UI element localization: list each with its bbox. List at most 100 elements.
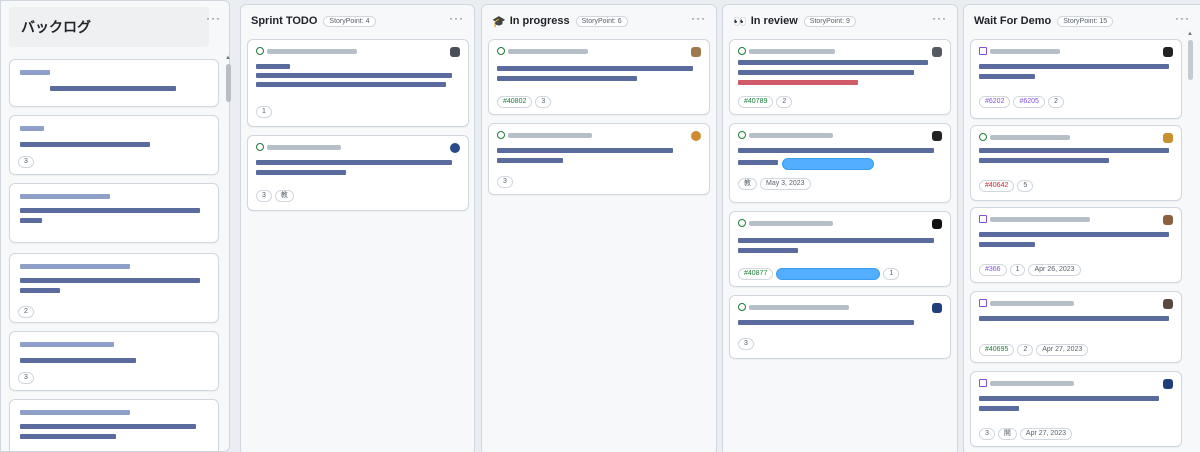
issue-open-icon	[738, 131, 746, 139]
issue-open-icon	[256, 47, 264, 55]
estimate-chip: 3	[18, 156, 34, 168]
assignee-avatar	[1163, 379, 1173, 389]
issue-card[interactable]: #6202 #6205 2	[970, 39, 1182, 119]
column-sprint-todo: Sprint TODO StoryPoint: 4 ··· 1 3 教	[240, 4, 475, 452]
issue-open-icon	[738, 303, 746, 311]
issue-link-chip[interactable]: #6202	[979, 96, 1011, 108]
pr-link-chip[interactable]: #40877	[738, 268, 774, 280]
issue-card[interactable]: 3 開 Apr 27, 2023	[970, 371, 1182, 447]
estimate-chip: 3	[497, 176, 513, 188]
pr-card[interactable]: #40877 1	[729, 211, 951, 287]
assignee-avatar	[1163, 133, 1173, 143]
date-chip: Apr 27, 2023	[1019, 428, 1072, 440]
issue-link-chip[interactable]: #366	[979, 264, 1007, 276]
column-title: バックログ	[9, 7, 209, 47]
issue-card[interactable]: #40642 5	[970, 125, 1182, 201]
date-chip: Apr 26, 2023	[1028, 264, 1081, 276]
assignee-avatar	[932, 47, 942, 57]
issue-card[interactable]: #366 1 Apr 26, 2023	[970, 207, 1182, 283]
estimate-chip: 2	[776, 96, 793, 108]
estimate-chip: 2	[18, 306, 34, 318]
column-in-review: 👀 In review StoryPoint: 9 ··· #40789 2 3	[722, 4, 958, 452]
backlog-scrollbar[interactable]	[226, 64, 231, 102]
eyes-icon: 👀	[733, 15, 747, 28]
backlog-card[interactable]	[9, 59, 219, 107]
column-title: In review	[750, 15, 798, 27]
label-chip	[782, 158, 874, 170]
issue-closed-icon	[979, 379, 987, 387]
column-menu-button[interactable]: ···	[691, 11, 706, 25]
pr-link-chip[interactable]: #40695	[979, 344, 1015, 356]
storypoint-badge: StoryPoint: 4	[323, 15, 376, 27]
storypoint-badge: StoryPoint: 6	[575, 15, 628, 27]
column-menu-button[interactable]: ···	[1175, 11, 1190, 25]
scroll-up-arrow[interactable]: ▲	[225, 55, 231, 61]
assignee-avatar	[932, 131, 942, 141]
estimate-chip: 3	[18, 372, 34, 384]
issue-card[interactable]: 3	[729, 295, 951, 359]
storypoint-badge: StoryPoint: 9	[803, 15, 856, 27]
estimate-chip: 3	[535, 96, 552, 108]
backlog-card[interactable]	[9, 399, 219, 451]
label-chip: 教	[738, 178, 757, 190]
pr-card[interactable]: #40802 3	[488, 39, 710, 115]
issue-card[interactable]: 3 教	[247, 135, 469, 211]
pr-link-chip[interactable]: #40789	[738, 96, 774, 108]
estimate-chip: 5	[1017, 180, 1034, 192]
assignee-avatar	[691, 47, 701, 57]
estimate-chip: 1	[883, 268, 900, 280]
column-title: Sprint TODO	[251, 15, 318, 27]
assignee-avatar	[1163, 47, 1173, 57]
storypoint-badge: StoryPoint: 15	[1057, 15, 1114, 27]
assignee-avatar	[450, 47, 460, 57]
pr-link-chip[interactable]: #40802	[497, 96, 533, 108]
column-in-progress: 🎓 In progress StoryPoint: 6 ··· #40802 3…	[481, 4, 717, 452]
pr-card[interactable]: #40789 2	[729, 39, 951, 115]
estimate-chip: 2	[1017, 344, 1034, 356]
estimate-chip: 2	[1047, 96, 1064, 108]
pr-open-icon	[738, 219, 746, 227]
issue-closed-icon	[979, 215, 987, 223]
estimate-chip: 3	[738, 338, 754, 350]
column-menu-button[interactable]: ···	[932, 11, 947, 25]
scroll-up-arrow[interactable]: ▲	[1187, 31, 1193, 37]
label-chip: 開	[997, 428, 1017, 440]
pr-link-chip[interactable]: #40642	[979, 180, 1015, 192]
pr-open-icon	[497, 47, 505, 55]
date-chip: Apr 27, 2023	[1036, 344, 1089, 356]
column-header: 👀 In review StoryPoint: 9	[723, 5, 957, 37]
label-chip	[776, 268, 881, 280]
wait-for-demo-scrollbar[interactable]	[1188, 40, 1193, 80]
backlog-card[interactable]: 3	[9, 331, 219, 391]
project-board: バックログ ··· 3 2 3 ▲ Sprint TODO StoryPoint…	[0, 0, 1200, 452]
issue-link-chip[interactable]: #6205	[1013, 96, 1045, 108]
date-chip: May 3, 2023	[760, 178, 811, 190]
column-title: In progress	[509, 15, 570, 27]
issue-open-icon	[979, 133, 987, 141]
column-header: Sprint TODO StoryPoint: 4	[241, 5, 474, 37]
assignee-avatar	[932, 303, 942, 313]
issue-closed-icon	[979, 47, 987, 55]
issue-card[interactable]: 1	[247, 39, 469, 127]
backlog-card[interactable]: 2	[9, 253, 219, 323]
assignee-avatar	[1163, 215, 1173, 225]
column-menu-button[interactable]: ···	[206, 11, 221, 25]
column-backlog: バックログ ··· 3 2 3	[0, 0, 230, 452]
issue-card[interactable]: 3	[488, 123, 710, 195]
estimate-chip: 1	[1009, 264, 1026, 276]
pr-open-icon	[738, 47, 746, 55]
issue-open-icon	[497, 131, 505, 139]
graduation-cap-icon: 🎓	[492, 15, 506, 28]
assignee-avatar	[1163, 299, 1173, 309]
backlog-card[interactable]: 3	[9, 115, 219, 175]
column-menu-button[interactable]: ···	[449, 11, 464, 25]
issue-card[interactable]: #40695 2 Apr 27, 2023	[970, 291, 1182, 363]
issue-card[interactable]: 3 教 May 3, 2023	[729, 123, 951, 203]
backlog-card[interactable]	[9, 183, 219, 243]
column-header: Wait For Demo StoryPoint: 15	[964, 5, 1200, 37]
label-chip: 教	[274, 190, 294, 202]
column-header: 🎓 In progress StoryPoint: 6	[482, 5, 716, 37]
issue-open-icon	[256, 143, 264, 151]
assignee-avatar	[932, 219, 942, 229]
estimate-chip: 1	[256, 106, 272, 118]
